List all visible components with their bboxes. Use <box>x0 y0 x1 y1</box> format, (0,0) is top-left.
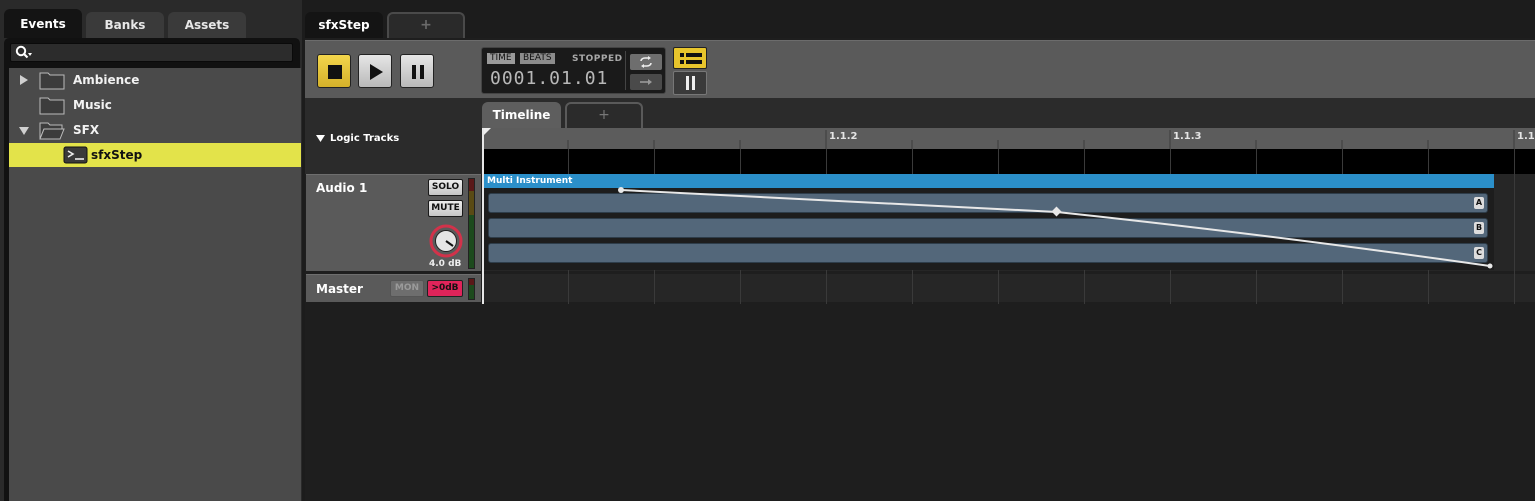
transport-toolbar: TIME BEATS STOPPED 0001.01.01 <box>305 40 1535 98</box>
empty-track-area <box>305 304 1535 501</box>
volume-knob[interactable] <box>427 223 465 259</box>
tab-assets[interactable]: Assets <box>168 12 246 38</box>
time-mode-toggle[interactable]: TIME <box>487 53 515 64</box>
level-meter <box>468 178 475 269</box>
collapse-arrow-icon[interactable] <box>316 134 325 143</box>
tree-item-label: Music <box>73 98 112 112</box>
tree-item-label: sfxStep <box>91 148 143 162</box>
automation-point <box>1487 263 1493 269</box>
tab-events[interactable]: Events <box>4 9 82 38</box>
tab-banks[interactable]: Banks <box>86 12 164 38</box>
track-header-master[interactable]: Master MON >0dB <box>306 274 481 302</box>
overview-toggle-button[interactable] <box>673 71 707 95</box>
tree-item-music[interactable]: Music <box>9 93 301 117</box>
play-icon <box>370 64 383 80</box>
monitor-button[interactable]: MON <box>390 280 424 297</box>
browser-panel: Ambience Music SFX sfxStep <box>4 38 301 501</box>
tree-item-ambience[interactable]: Ambience <box>9 68 301 92</box>
search-icon[interactable] <box>15 45 33 61</box>
tab-timeline[interactable]: Timeline <box>482 102 561 128</box>
timeline-tab-bar: Timeline + <box>305 98 1535 128</box>
open-folder-icon <box>39 122 65 140</box>
search-input[interactable] <box>10 43 293 62</box>
automation-curve[interactable] <box>484 174 1494 270</box>
pause-button[interactable] <box>400 54 434 88</box>
editor-tabs: sfxStep + <box>303 12 1535 38</box>
mute-button[interactable]: MUTE <box>428 200 463 217</box>
loop-button[interactable] <box>630 54 662 70</box>
app-window: Events Banks Assets Ambience Music SFX s… <box>0 0 1535 501</box>
playhead[interactable] <box>482 128 484 304</box>
pause-icon <box>412 65 424 79</box>
follow-playhead-button[interactable] <box>630 74 662 90</box>
ruler-label: 1.1 <box>1517 131 1535 142</box>
collapse-arrow-icon[interactable] <box>19 124 29 136</box>
tree-item-label: Ambience <box>73 73 140 87</box>
event-icon <box>63 146 88 164</box>
track-name: Audio 1 <box>316 181 368 195</box>
logic-tracks-header[interactable]: Logic Tracks <box>305 128 482 149</box>
stop-icon <box>328 65 342 79</box>
level-meter <box>468 278 475 300</box>
solo-button[interactable]: SOLO <box>428 179 463 196</box>
event-tree: Ambience Music SFX sfxStep <box>9 68 301 501</box>
automation-point <box>618 187 624 193</box>
automation-point <box>1051 206 1062 217</box>
event-editor: TIME BEATS STOPPED 0001.01.01 Timeline +… <box>305 38 1535 501</box>
loop-icon <box>640 56 652 68</box>
tree-item-sfxstep[interactable]: sfxStep <box>9 143 301 167</box>
beats-mode-toggle[interactable]: BEATS <box>520 53 555 64</box>
playback-status: STOPPED <box>572 54 623 64</box>
list-icon <box>680 53 702 64</box>
ruler-label: 1.1.2 <box>829 131 858 142</box>
ruler-ticks <box>482 128 1515 149</box>
folder-icon <box>39 72 65 90</box>
play-button[interactable] <box>358 54 392 88</box>
browser-pane: Events Banks Assets Ambience Music SFX s… <box>0 0 302 501</box>
divider <box>625 51 626 90</box>
timeline-ruler[interactable]: 1.1.2 1.1.3 1.1 <box>482 128 1535 149</box>
add-parameter-tab-button[interactable]: + <box>565 102 643 128</box>
track-name: Master <box>316 282 363 296</box>
timeline-position: 0001.01.01 <box>490 68 609 89</box>
track-lane-master[interactable] <box>482 274 1535 302</box>
logic-tracks-area <box>305 149 482 174</box>
add-tab-button[interactable]: + <box>387 12 465 38</box>
stop-button[interactable] <box>317 54 351 88</box>
track-header-audio-1[interactable]: Audio 1 SOLO MUTE 4.0 dB <box>306 174 481 271</box>
pause-bars-icon <box>686 76 695 90</box>
multi-instrument-region[interactable]: Multi Instrument A B C <box>484 174 1494 270</box>
logic-tracks-label: Logic Tracks <box>330 133 400 144</box>
volume-value: 4.0 dB <box>429 259 462 269</box>
deck-view-button[interactable] <box>673 47 707 69</box>
tree-item-label: SFX <box>73 123 100 137</box>
browser-tabs: Events Banks Assets <box>0 9 302 38</box>
expand-arrow-icon[interactable] <box>19 74 29 86</box>
ruler-label: 1.1.3 <box>1173 131 1202 142</box>
transport-display: TIME BEATS STOPPED 0001.01.01 <box>481 47 666 94</box>
arrow-right-icon <box>640 79 652 85</box>
folder-icon <box>39 97 65 115</box>
tree-item-sfx[interactable]: SFX <box>9 118 301 142</box>
tab-sfxstep[interactable]: sfxStep <box>305 12 383 38</box>
master-level-readout[interactable]: >0dB <box>427 280 463 297</box>
logic-tracks-lane[interactable] <box>482 149 1535 174</box>
